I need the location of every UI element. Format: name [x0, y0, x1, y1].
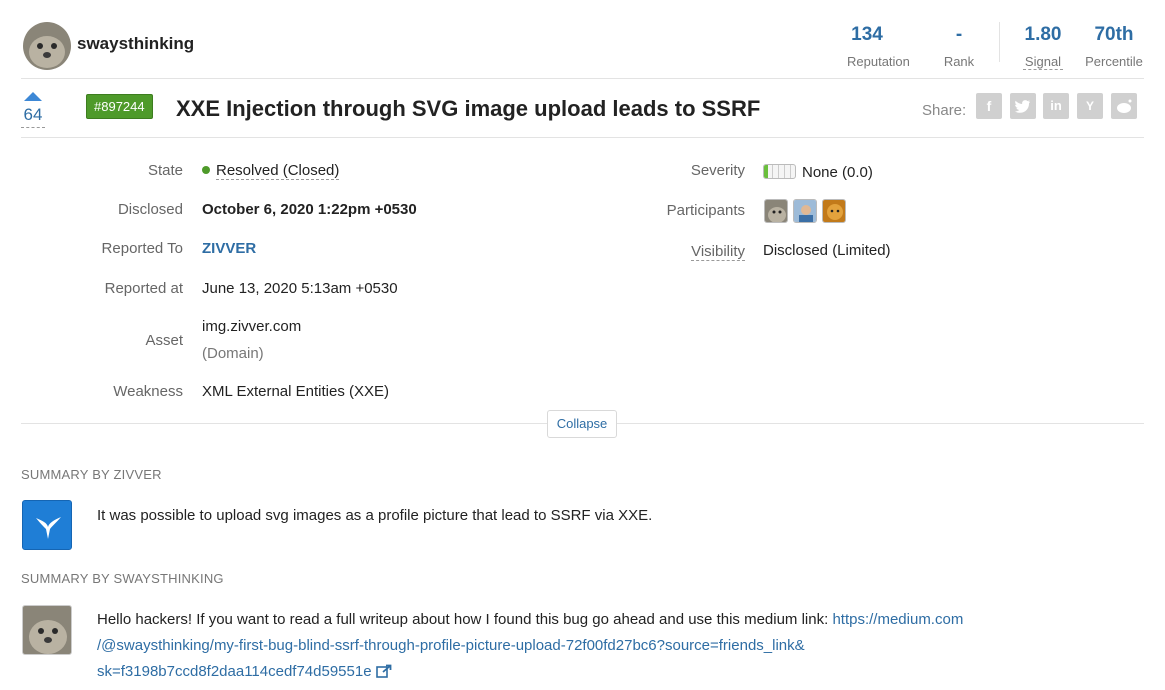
summary-heading-program: SUMMARY BY ZIVVER: [21, 467, 162, 482]
program-link[interactable]: ZIVVER: [202, 240, 256, 257]
signal-label[interactable]: Signal: [1023, 54, 1063, 70]
reputation-label: Reputation: [847, 54, 910, 69]
stat-percentile: 70th Percentile: [1084, 24, 1144, 69]
summary-text-reporter: Hello hackers! If you want to read a ful…: [97, 607, 1097, 687]
percentile-value: 70th: [1094, 24, 1134, 45]
weakness-label: Weakness: [113, 383, 183, 400]
participant-avatar[interactable]: [793, 199, 817, 223]
zivver-logo[interactable]: [22, 500, 72, 550]
medium-link-part3[interactable]: sk=f3198b7ccd8f2daa114cedf74d59551e: [97, 663, 372, 680]
percentile-label: Percentile: [1085, 54, 1143, 69]
user-avatar[interactable]: [23, 22, 71, 70]
medium-link-part2[interactable]: /@swaysthinking/my-first-bug-blind-ssrf-…: [97, 637, 805, 654]
report-title: XXE Injection through SVG image upload l…: [176, 96, 761, 121]
severity-label: Severity: [690, 162, 745, 179]
severity-value: None (0.0): [763, 164, 873, 181]
reporter-avatar[interactable]: [22, 605, 72, 655]
vote-count: 64: [21, 105, 45, 128]
state-label: State: [147, 162, 183, 179]
severity-meter: [763, 164, 796, 179]
rank-label: Rank: [943, 54, 975, 69]
reddit-icon[interactable]: [1111, 93, 1137, 119]
stat-signal: 1.80 Signal: [1023, 24, 1063, 70]
disclosed-value: October 6, 2020 1:22pm +0530: [202, 201, 417, 218]
report-id-badge[interactable]: #897244: [86, 94, 153, 119]
share-label: Share:: [922, 102, 967, 119]
disclosed-label: Disclosed: [117, 201, 183, 218]
reported-at-value: June 13, 2020 5:13am +0530: [202, 280, 398, 297]
upvote-control[interactable]: 64: [21, 92, 45, 128]
profile-header: swaysthinking 134 Reputation - Rank 1.80…: [21, 0, 1144, 79]
medium-link-part1[interactable]: https://medium.com: [832, 611, 963, 628]
participants-label: Participants: [666, 202, 745, 219]
summary-heading-reporter: SUMMARY BY SWAYSTHINKING: [21, 571, 224, 586]
resolved-status-dot: [202, 166, 210, 174]
stat-divider: [999, 22, 1000, 62]
linkedin-icon[interactable]: in: [1043, 93, 1069, 119]
rank-value: -: [955, 24, 963, 45]
asset-type: (Domain): [202, 345, 264, 362]
twitter-icon[interactable]: [1010, 93, 1036, 119]
visibility-value: Disclosed (Limited): [763, 242, 891, 259]
stat-rank: - Rank: [941, 24, 977, 69]
reported-at-label: Reported at: [104, 280, 183, 297]
signal-value: 1.80: [1024, 24, 1062, 45]
asset-value: img.zivver.com: [202, 318, 302, 335]
stat-reputation: 134 Reputation: [847, 24, 910, 69]
report-title-row: 64 #897244 XXE Injection through SVG ima…: [21, 80, 1144, 138]
collapse-button[interactable]: Collapse: [547, 410, 617, 438]
visibility-label[interactable]: Visibility: [600, 243, 745, 261]
severity-text: None (0.0): [802, 164, 873, 181]
facebook-icon[interactable]: f: [976, 93, 1002, 119]
state-text: Resolved (Closed): [216, 162, 340, 180]
external-link-icon[interactable]: [375, 661, 392, 687]
weakness-value[interactable]: XML External Entities (XXE): [202, 383, 389, 400]
reputation-value: 134: [851, 24, 883, 45]
upvote-arrow-icon[interactable]: [24, 92, 42, 101]
reported-to-label: Reported To: [101, 240, 183, 257]
ycombinator-icon[interactable]: Y: [1077, 93, 1103, 119]
summary-text-program: It was possible to upload svg images as …: [97, 507, 653, 524]
username[interactable]: swaysthinking: [77, 34, 194, 54]
asset-label: Asset: [145, 332, 183, 349]
state-value[interactable]: Resolved (Closed): [202, 162, 340, 180]
summary-text: Hello hackers! If you want to read a ful…: [97, 611, 833, 628]
participant-avatar[interactable]: [822, 199, 846, 223]
participant-avatar[interactable]: [764, 199, 788, 223]
